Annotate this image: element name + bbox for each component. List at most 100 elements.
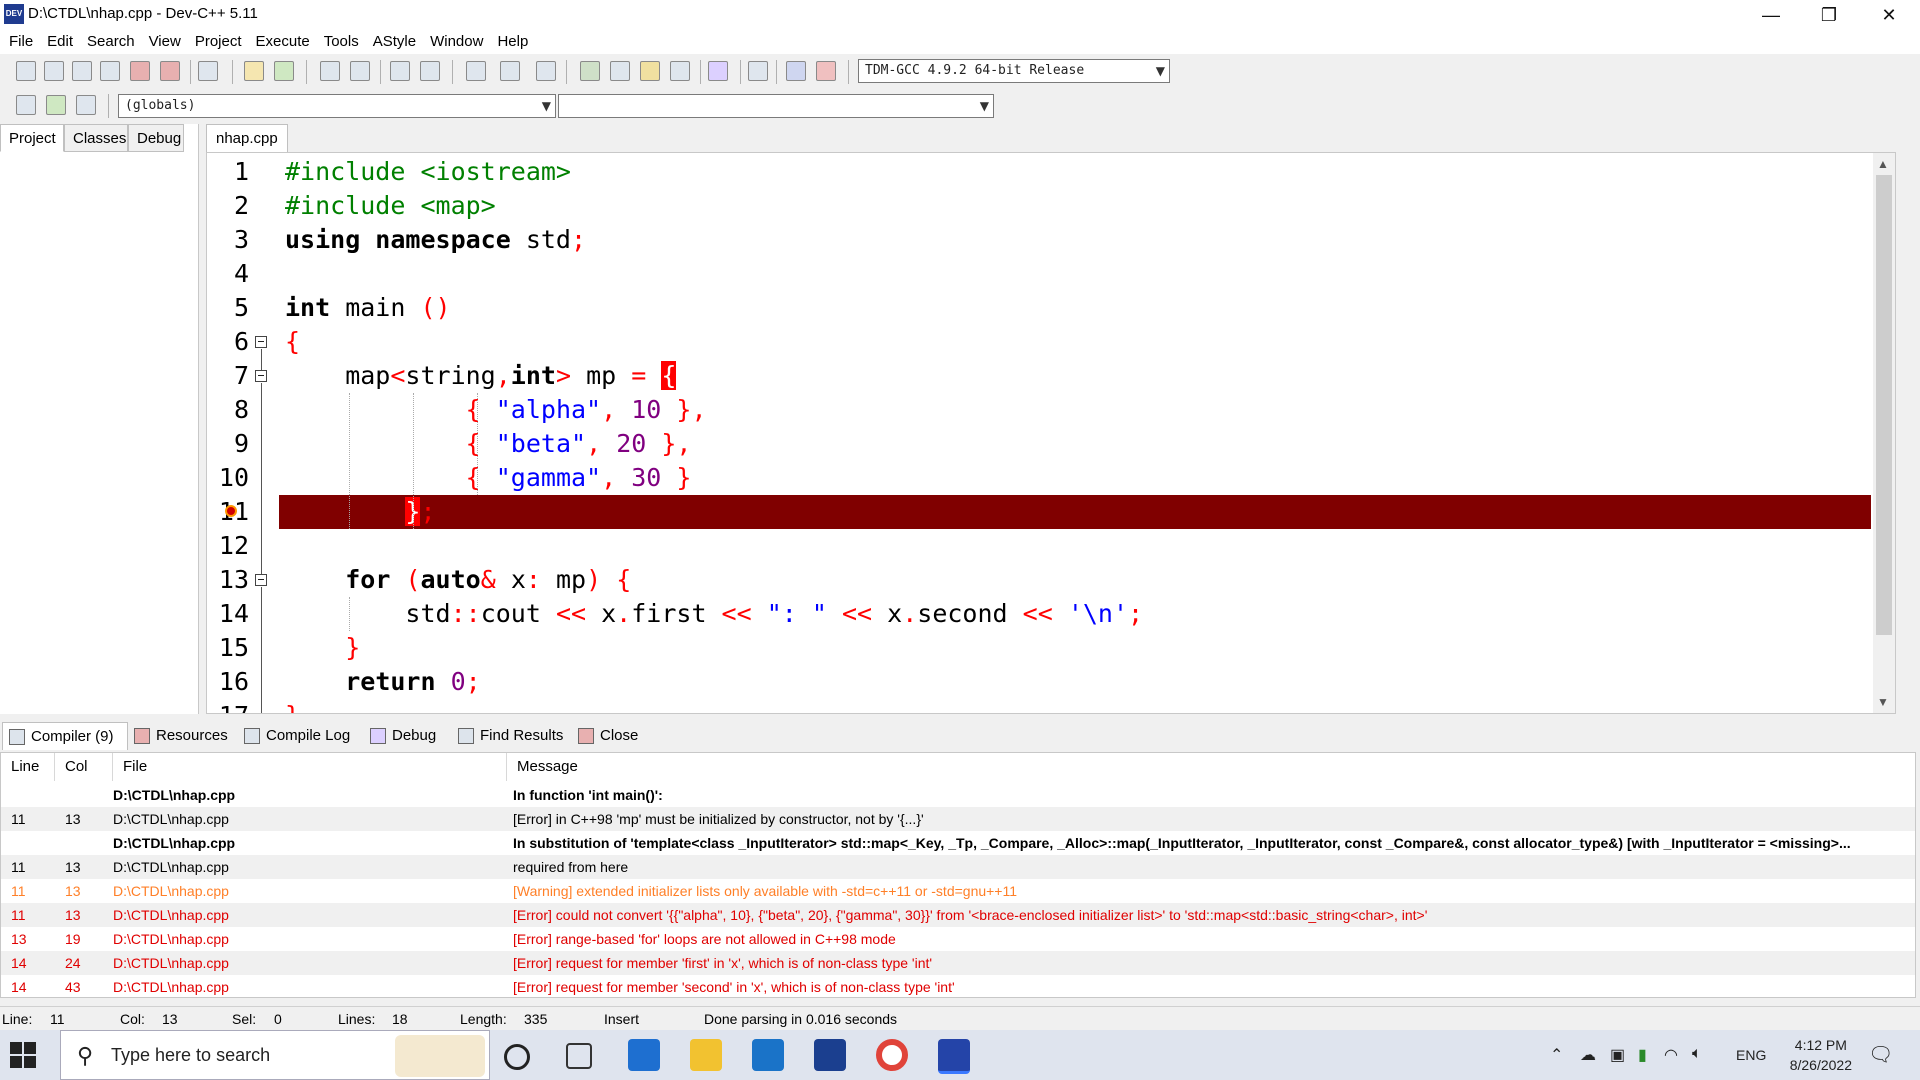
compile-icon[interactable] [580,61,600,81]
goto-back-icon[interactable] [466,61,486,81]
goto-icon[interactable] [46,95,66,115]
profile-icon[interactable] [786,61,806,81]
tab-project[interactable]: Project [0,124,64,152]
table-row[interactable]: 11 13 D:\CTDL\nhap.cpp required from here [1,855,1915,879]
tab-debug-label: Debug [392,727,437,744]
tab-close-output[interactable]: Close [578,722,638,750]
code-line: #include <iostream> [285,157,571,186]
chrome-icon[interactable] [876,1039,908,1071]
fold-toggle-icon[interactable] [255,336,267,348]
battery-icon[interactable]: ▮ [1638,1045,1647,1065]
compiler-select[interactable]: TDM-GCC 4.9.2 64-bit Release ▼ [858,59,1170,83]
rebuild-all-icon[interactable] [670,61,690,81]
menu-search[interactable]: Search [80,30,142,54]
task-view-icon[interactable] [566,1043,592,1069]
scroll-down-icon[interactable]: ▼ [1877,695,1889,709]
menu-edit[interactable]: Edit [40,30,80,54]
minimize-button[interactable]: — [1748,0,1794,30]
editor-file-tab[interactable]: nhap.cpp [206,124,288,152]
menu-file[interactable]: File [0,30,40,54]
close-file-icon[interactable] [130,61,150,81]
column-header-message[interactable]: Message [507,753,1915,781]
fold-toggle-icon[interactable] [255,370,267,382]
scroll-up-icon[interactable]: ▲ [1877,157,1889,171]
scrollbar-thumb[interactable] [1876,175,1892,635]
redo-icon[interactable] [274,61,294,81]
restore-button[interactable]: ❐ [1806,0,1852,30]
table-row[interactable]: D:\CTDL\nhap.cpp In function 'int main()'… [1,783,1915,807]
compile-run-icon[interactable] [640,61,660,81]
open-file-icon[interactable] [44,61,64,81]
cortana-icon[interactable] [504,1044,530,1070]
editor-vertical-scrollbar[interactable]: ▲ ▼ [1873,153,1895,713]
tab-find-results[interactable]: Find Results [458,722,563,750]
menu-tools[interactable]: Tools [317,30,366,54]
code-editor[interactable]: 1 2 3 4 5 6 7 8 9 10 11 12 13 14 15 16 1… [206,152,1896,714]
toggle-bookmark-icon[interactable] [536,61,556,81]
menu-project[interactable]: Project [188,30,249,54]
menu-window[interactable]: Window [423,30,490,54]
indent-icon[interactable] [390,61,410,81]
table-row[interactable]: 11 13 D:\CTDL\nhap.cpp [Error] could not co… [1,903,1915,927]
chevron-up-icon[interactable]: ⌃ [1550,1045,1563,1065]
table-row[interactable]: 11 13 D:\CTDL\nhap.cpp [Error] in C++98 'mp… [1,807,1915,831]
table-row[interactable]: 11 13 D:\CTDL\nhap.cpp [Warning] extended i… [1,879,1915,903]
undo-icon[interactable] [244,61,264,81]
replace-icon[interactable] [350,61,370,81]
meet-now-icon[interactable]: ▣ [1610,1045,1625,1065]
menu-astyle[interactable]: AStyle [366,30,423,54]
taskbar-clock[interactable]: 4:12 PM 8/26/2022 [1790,1035,1852,1075]
menu-execute[interactable]: Execute [249,30,317,54]
taskbar-search-box[interactable]: ⚲ Type here to search [60,1030,490,1080]
print-icon[interactable] [198,61,218,81]
tab-compiler[interactable]: Compiler (9) [2,722,128,750]
goto-forward-icon[interactable] [500,61,520,81]
menu-help[interactable]: Help [490,30,535,54]
volume-icon[interactable]: 🔈︎ [1692,1045,1702,1063]
scope-select[interactable]: (globals) ▼ [118,94,556,118]
tab-resources[interactable]: Resources [134,722,228,750]
new-file-icon[interactable] [16,61,36,81]
table-row[interactable]: 14 43 D:\CTDL\nhap.cpp [Error] request for … [1,975,1915,997]
table-row[interactable]: D:\CTDL\nhap.cpp In substitution of 'temp… [1,831,1915,855]
column-header-file[interactable]: File [113,753,507,781]
tab-debug-output[interactable]: Debug [370,722,436,750]
stop-execution-icon[interactable] [748,61,768,81]
microsoft-store-icon[interactable] [628,1039,660,1071]
line-number: 1 [233,157,249,186]
language-indicator[interactable]: ENG [1736,1047,1766,1063]
cell-message: [Error] in C++98 'mp' must be initialize… [513,811,924,827]
file-explorer-icon[interactable] [690,1039,722,1071]
status-line-label: Line: [2,1011,33,1027]
close-button[interactable]: ✕ [1866,0,1912,30]
tab-compile-log[interactable]: Compile Log [244,722,350,750]
devcpp-taskbar-icon[interactable] [938,1039,970,1074]
tab-classes[interactable]: Classes [64,124,128,152]
fold-toggle-icon[interactable] [255,574,267,586]
tab-debug[interactable]: Debug [128,124,184,152]
windows-start-icon[interactable] [10,1042,36,1068]
bookmark-icon[interactable] [76,95,96,115]
save-all-icon[interactable] [100,61,120,81]
app-shield-icon[interactable] [814,1039,846,1071]
unindent-icon[interactable] [420,61,440,81]
table-row[interactable]: 14 24 D:\CTDL\nhap.cpp [Error] request for … [1,951,1915,975]
close-all-icon[interactable] [160,61,180,81]
save-icon[interactable] [72,61,92,81]
column-header-line[interactable]: Line [1,753,55,781]
notifications-icon[interactable]: 🗨︎ [1868,1042,1893,1067]
run-icon[interactable] [610,61,630,81]
cell-message: In function 'int main()': [513,787,663,803]
menu-view[interactable]: View [142,30,188,54]
code-area[interactable]: #include <iostream> #include <map> using… [279,153,1871,713]
onedrive-icon[interactable]: ☁ [1580,1045,1596,1065]
table-row[interactable]: 13 19 D:\CTDL\nhap.cpp [Error] range-based … [1,927,1915,951]
column-header-col[interactable]: Col [55,753,113,781]
member-select[interactable]: ▼ [558,94,994,118]
insert-icon[interactable] [16,95,36,115]
delete-profile-icon[interactable] [816,61,836,81]
wifi-icon[interactable]: ◠ [1664,1045,1678,1065]
syntax-check-icon[interactable] [708,61,728,81]
mail-icon[interactable] [752,1039,784,1071]
find-icon[interactable] [320,61,340,81]
